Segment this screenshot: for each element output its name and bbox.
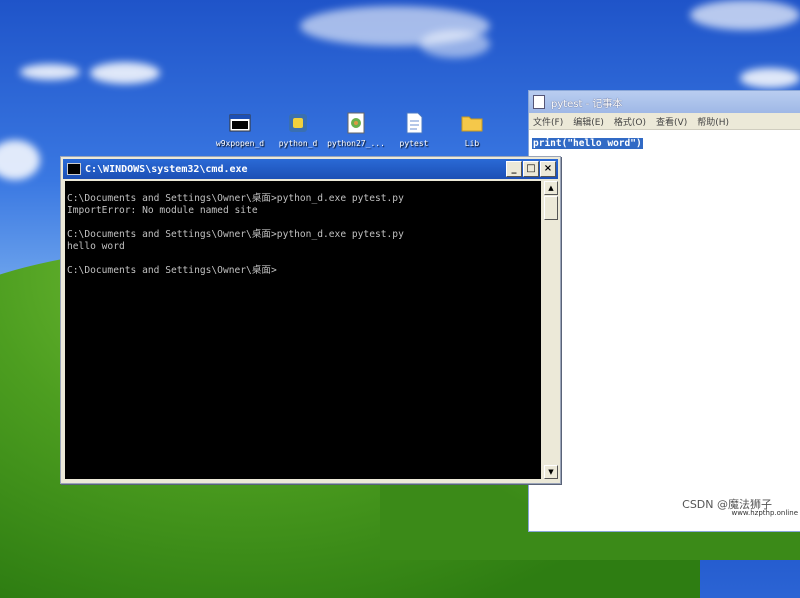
cmd-window[interactable]: C:\WINDOWS\system32\cmd.exe _ □ × C:\Doc… (60, 156, 561, 484)
desktop-icon-pytest[interactable]: pytest (384, 112, 444, 148)
desktop-icon-label: Lib (464, 139, 480, 148)
close-button[interactable]: × (540, 161, 556, 177)
notepad-titlebar[interactable]: pytest - 记事本 (529, 91, 800, 113)
cmd-scrollbar[interactable]: ▲ ▼ (544, 181, 558, 479)
scroll-down-button[interactable]: ▼ (544, 465, 558, 479)
menu-format[interactable]: 格式(O) (614, 115, 646, 128)
python-icon (287, 112, 309, 134)
console-line: C:\Documents and Settings\Owner\桌面>pytho… (67, 229, 404, 240)
menu-file[interactable]: 文件(F) (533, 115, 563, 128)
desktop-icon-label: pytest (399, 139, 429, 148)
folder-icon (461, 112, 483, 134)
desktop-icon-python27[interactable]: python27_... (326, 112, 386, 148)
desktop-icon-label: python27_... (327, 139, 385, 148)
menu-view[interactable]: 查看(V) (656, 115, 687, 128)
text-file-icon (403, 112, 425, 134)
cmd-titlebar[interactable]: C:\WINDOWS\system32\cmd.exe _ □ × (63, 159, 558, 179)
python-dll-icon (345, 112, 367, 134)
desktop-icon-lib[interactable]: Lib (442, 112, 502, 148)
notepad-menubar: 文件(F) 编辑(E) 格式(O) 查看(V) 帮助(H) (529, 113, 800, 130)
scroll-thumb[interactable] (544, 196, 558, 220)
menu-help[interactable]: 帮助(H) (697, 115, 729, 128)
desktop-icon-w9xpopen[interactable]: w9xpopen_d (210, 112, 270, 148)
console-line: C:\Documents and Settings\Owner\桌面> (67, 265, 277, 276)
notepad-window[interactable]: pytest - 记事本 文件(F) 编辑(E) 格式(O) 查看(V) 帮助(… (528, 90, 800, 532)
console-output[interactable]: C:\Documents and Settings\Owner\桌面>pytho… (65, 181, 541, 479)
menu-edit[interactable]: 编辑(E) (573, 115, 604, 128)
cmd-icon (67, 163, 81, 175)
desktop-icon-python-d[interactable]: python_d (268, 112, 328, 148)
notepad-icon (533, 95, 545, 109)
scroll-up-button[interactable]: ▲ (544, 181, 558, 195)
desktop-icon-label: python_d (278, 139, 318, 148)
console-line: C:\Documents and Settings\Owner\桌面>pytho… (67, 193, 404, 204)
desktop-icon-label: w9xpopen_d (215, 139, 265, 148)
notepad-title: pytest - 记事本 (551, 98, 623, 110)
cmd-title: C:\WINDOWS\system32\cmd.exe (85, 163, 248, 175)
minimize-button[interactable]: _ (506, 161, 522, 177)
console-line: ImportError: No module named site (67, 205, 258, 216)
console-line: hello word (67, 241, 125, 252)
notepad-selected-text: print("hello word") (532, 138, 643, 149)
notepad-text-area[interactable]: print("hello word") (529, 130, 800, 151)
maximize-button[interactable]: □ (523, 161, 539, 177)
console-app-icon (229, 112, 251, 134)
